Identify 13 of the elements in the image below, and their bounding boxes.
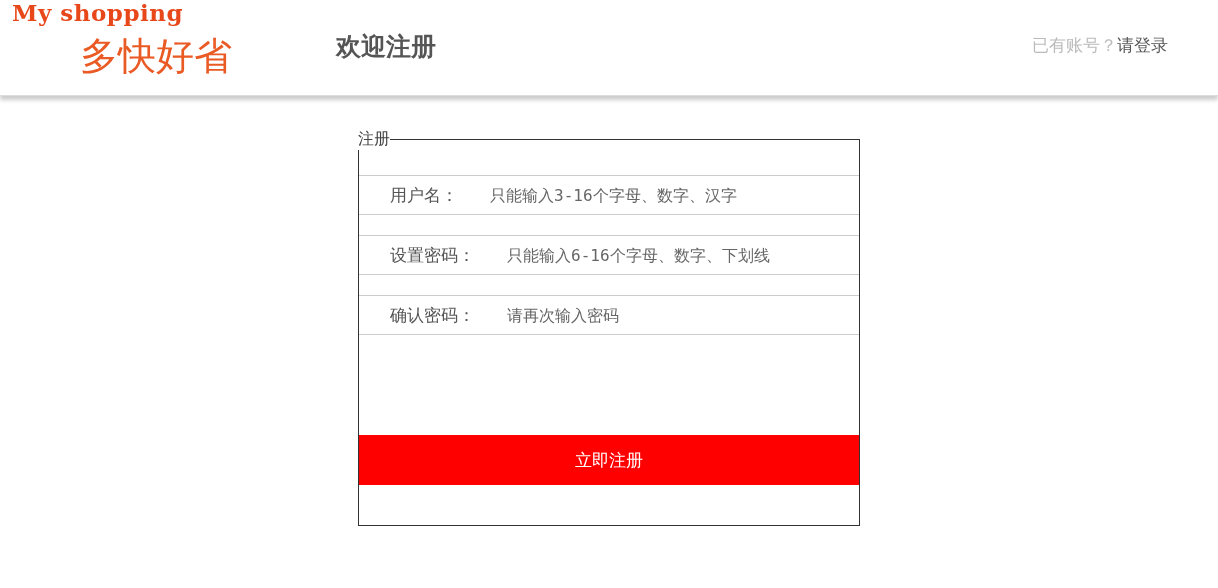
- input-field[interactable]: 只能输入6-16个字母、数字、下划线: [505, 244, 859, 266]
- login-prompt: 已有账号？: [1032, 34, 1117, 57]
- logo-text: My shopping: [12, 0, 185, 26]
- input-field[interactable]: 只能输入3-16个字母、数字、汉字: [488, 184, 859, 206]
- slogan: 多快好省: [80, 34, 233, 78]
- login-link[interactable]: 请登录: [1117, 34, 1168, 57]
- field-label: 用户名：: [390, 183, 458, 207]
- form-legend: 注册: [358, 129, 390, 150]
- field-label: 确认密码：: [390, 303, 475, 327]
- page-title: 欢迎注册: [336, 31, 436, 63]
- register-button[interactable]: 立即注册: [359, 435, 859, 485]
- field-label: 设置密码：: [390, 243, 475, 267]
- input-field[interactable]: 请再次输入密码: [505, 304, 859, 326]
